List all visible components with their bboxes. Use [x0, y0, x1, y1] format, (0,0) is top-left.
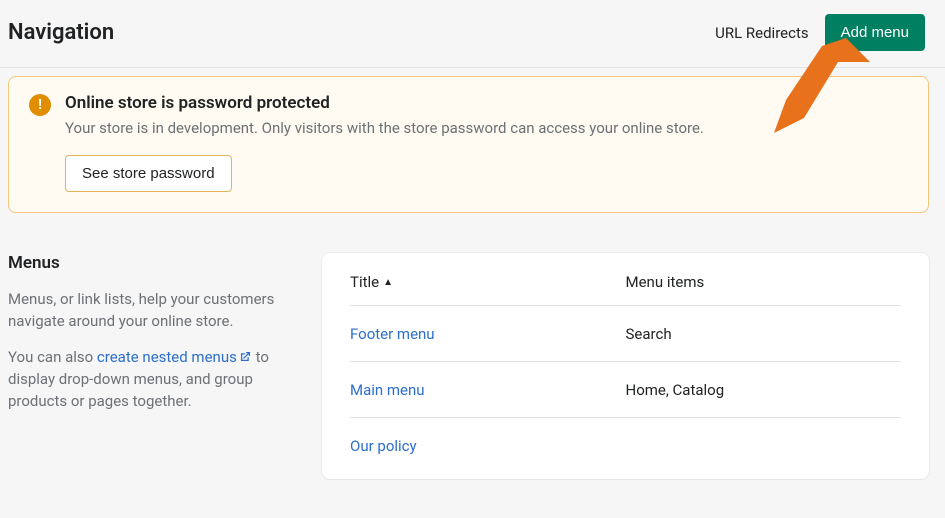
header-actions: URL Redirects Add menu	[715, 14, 925, 51]
menus-heading: Menus	[8, 253, 298, 273]
page-header: Navigation URL Redirects Add menu	[0, 0, 945, 68]
table-row[interactable]: Main menu Home, Catalog	[350, 362, 901, 418]
col-title-header[interactable]: Title ▲	[350, 273, 626, 291]
banner-heading: Online store is password protected	[65, 93, 704, 113]
menus-desc-1: Menus, or link lists, help your customer…	[8, 289, 298, 333]
table-header: Title ▲ Menu items	[350, 273, 901, 306]
col-items-header: Menu items	[626, 273, 902, 291]
see-password-button[interactable]: See store password	[65, 155, 232, 192]
banner-body-text: Your store is in development. Only visit…	[65, 119, 704, 137]
menus-desc-2: You can also create nested menus to disp…	[8, 347, 298, 413]
external-link-icon	[239, 348, 252, 370]
menu-items-cell: Home, Catalog	[626, 381, 725, 399]
menus-table-card: Title ▲ Menu items Footer menu Search Ma…	[322, 253, 929, 479]
menu-items-cell: Search	[626, 325, 672, 343]
menu-title-link[interactable]: Main menu	[350, 381, 425, 399]
url-redirects-link[interactable]: URL Redirects	[715, 24, 808, 42]
menu-title-link[interactable]: Footer menu	[350, 325, 435, 343]
content-row: Menus Menus, or link lists, help your cu…	[0, 213, 945, 479]
menus-desc-2-before: You can also	[8, 348, 97, 366]
add-menu-button[interactable]: Add menu	[825, 14, 925, 51]
menu-title-link[interactable]: Our policy	[350, 437, 417, 455]
warning-icon: !	[29, 94, 51, 116]
table-row[interactable]: Footer menu Search	[350, 306, 901, 362]
table-row[interactable]: Our policy	[350, 418, 901, 473]
password-banner: ! Online store is password protected You…	[8, 76, 929, 213]
page-title: Navigation	[8, 20, 114, 45]
nested-menus-link[interactable]: create nested menus	[97, 348, 252, 366]
sort-ascending-icon: ▲	[383, 277, 393, 288]
menus-side-column: Menus Menus, or link lists, help your cu…	[8, 253, 298, 479]
